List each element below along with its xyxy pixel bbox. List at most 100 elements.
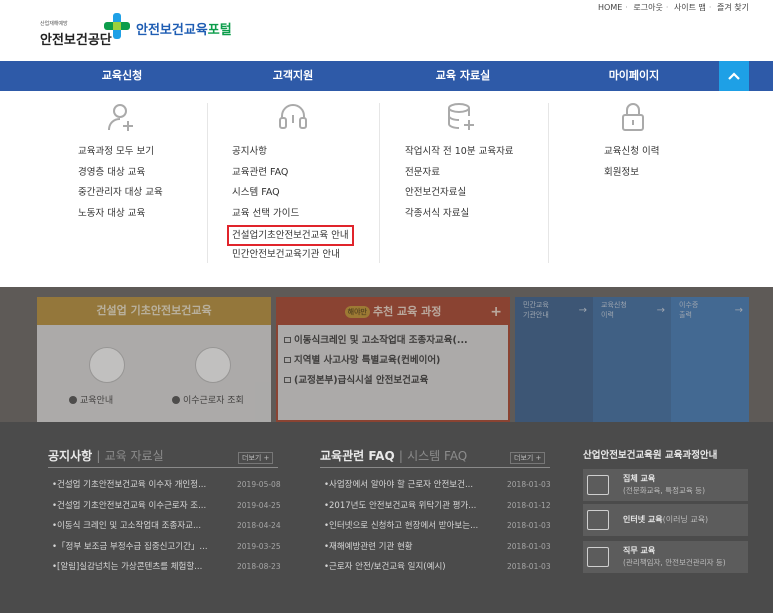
notice-row[interactable]: •건설업 기초안전보건교육 이수근로자 조... 2019-04-25 <box>52 498 281 519</box>
menu-item[interactable]: 작업시작 전 10분 교육자료 <box>405 142 514 163</box>
nav-support[interactable]: 고객지원 <box>233 61 353 91</box>
faq-section: 교육관련 FAQ | 시스템 FAQ 더보기 + •사업장에서 알아야 할 근로… <box>320 447 551 572</box>
arrow-right-icon: → <box>656 305 665 316</box>
highlight-box[interactable]: 건설업기초안전보건교육 안내 <box>227 224 354 246</box>
guide-row-title: 인터넷 교육(이러닝 교육) <box>623 515 709 524</box>
menu-item[interactable]: 교육관련 FAQ <box>232 163 354 184</box>
tab-system-faq[interactable]: 시스템 FAQ <box>407 449 467 463</box>
faq-more-button[interactable]: 더보기 + <box>510 452 546 464</box>
list-box-icon <box>284 377 291 383</box>
menu-collapse-button[interactable] <box>719 61 749 91</box>
menu-item[interactable]: 교육신청 이력 <box>604 142 659 163</box>
guide-row-title: 직무 교육 <box>623 546 656 555</box>
list-box-icon <box>284 337 291 343</box>
worker-lookup-link[interactable]: 이수근로자 조회 <box>172 393 244 406</box>
menu-item[interactable]: 교육과정 모두 보기 <box>78 142 163 163</box>
recommend-item[interactable]: 이동식크레인 및 고소작업대 조종자교육(... <box>284 331 502 351</box>
bookmark-link[interactable]: 즐겨 찾기 <box>717 3 749 12</box>
menu-item[interactable]: 노동자 대상 교육 <box>78 204 163 225</box>
nav-mypage[interactable]: 마이페이지 <box>574 61 694 91</box>
menu-item[interactable]: 안전보건자료실 <box>405 183 514 204</box>
sitemap-link[interactable]: 사이트 맵 <box>674 3 706 12</box>
utility-links: HOME · 로그아웃 · 사이트 맵 · 즐겨 찾기 <box>598 2 749 13</box>
separator: · <box>665 3 669 12</box>
monitor-icon <box>587 510 609 530</box>
quick-link-agency[interactable]: 민간교육 기관안내 → <box>515 297 593 422</box>
education-info-link[interactable]: 교육안내 <box>69 393 113 406</box>
tab-notice[interactable]: 공지사항 <box>48 449 92 463</box>
notice-section-title: 공지사항 | 교육 자료실 <box>48 447 164 464</box>
menu-item[interactable]: 전문자료 <box>405 163 514 184</box>
quick-link-history[interactable]: 교육신청 이력 → <box>593 297 671 422</box>
quick-link-label: 민간교육 기관안내 <box>523 301 549 319</box>
recommend-item[interactable]: 지역별 사고사망 특별교육(컨베이어) <box>284 351 502 371</box>
menu-item[interactable]: 각종서식 자료실 <box>405 204 514 225</box>
recommend-badge: 해야만 <box>344 306 370 318</box>
guide-row-duty[interactable]: 직무 교육 (관리책임자, 안전보건관리자 등) <box>583 541 748 573</box>
portal-name: 안전보건교육포털 <box>136 23 232 38</box>
guide-row-sub: (관리책임자, 안전보건관리자 등) <box>623 558 726 567</box>
user-plus-icon <box>108 104 133 131</box>
divider: | <box>398 449 403 463</box>
notice-row[interactable]: •「정부 보조금 부정수급 집중신고기간」... 2019-03-25 <box>52 539 281 560</box>
course-guide-section: 산업안전보건교육원 교육과정안내 집체 교육 (전문화교육, 특정교육 등) 인… <box>583 447 753 573</box>
list-box-icon <box>284 357 291 363</box>
headset-icon <box>279 104 307 129</box>
chart-screen-icon[interactable] <box>89 347 125 383</box>
notice-row[interactable]: •[알림]실감넘치는 가상콘텐츠를 체험할... 2018-08-23 <box>52 559 281 580</box>
menu-item[interactable]: 민간안전보건교육기관 안내 <box>232 245 354 266</box>
quick-link-label: 이수증 출력 <box>679 301 699 319</box>
menu-item[interactable]: 시스템 FAQ <box>232 183 354 204</box>
home-link[interactable]: HOME <box>598 3 622 12</box>
menu-item[interactable]: 중간관리자 대상 교육 <box>78 183 163 204</box>
faq-row[interactable]: •인터넷으로 신청하고 현장에서 받아보는... 2018-01-03 <box>324 518 551 539</box>
recommend-card-title: 추천 교육 과정 <box>372 305 442 318</box>
tab-resources[interactable]: 교육 자료실 <box>105 449 164 463</box>
tab-edu-faq[interactable]: 교육관련 FAQ <box>320 449 395 463</box>
chevron-up-icon <box>728 72 740 80</box>
faq-row[interactable]: •재해예방관련 기관 현황 2018-01-03 <box>324 539 551 560</box>
guide-row-sub: (전문화교육, 특정교육 등) <box>623 486 706 495</box>
guide-row-group[interactable]: 집체 교육 (전문화교육, 특정교육 등) <box>583 469 748 501</box>
guide-row-online[interactable]: 인터넷 교육(이러닝 교육) <box>583 504 748 536</box>
database-plus-icon <box>448 103 474 130</box>
nav-resources[interactable]: 교육 자료실 <box>403 61 523 91</box>
menu-item[interactable]: 경영층 대상 교육 <box>78 163 163 184</box>
book-icon <box>587 547 609 567</box>
id-card-icon[interactable] <box>195 347 231 383</box>
faq-row[interactable]: •사업장에서 알아야 할 근로자 안전보건... 2018-01-03 <box>324 477 551 498</box>
menu-item-highlighted[interactable]: 건설업기초안전보건교육 안내 <box>227 224 354 246</box>
quick-link-certificate[interactable]: 이수증 출력 → <box>671 297 749 422</box>
menu-item[interactable]: 교육 선택 가이드 <box>232 204 354 225</box>
arrow-circle-icon <box>69 396 77 404</box>
notice-more-button[interactable]: 더보기 + <box>238 452 274 464</box>
recommend-item[interactable]: (교정본부)급식시설 안전보건교육 <box>284 371 502 391</box>
divider <box>48 467 278 468</box>
menu-divider <box>379 103 380 263</box>
faq-section-title: 교육관련 FAQ | 시스템 FAQ <box>320 447 467 464</box>
recommend-card: 해야만 추천 교육 과정 + 이동식크레인 및 고소작업대 조종자교육(... 지… <box>276 297 510 422</box>
menu-divider <box>207 103 208 263</box>
notice-row[interactable]: •건설업 기초안전보건교육 이수자 개인정... 2019-05-08 <box>52 477 281 498</box>
faq-row[interactable]: •2017년도 안전보건교육 위탁기관 평가... 2018-01-12 <box>324 498 551 519</box>
logout-link[interactable]: 로그아웃 <box>633 3 662 12</box>
faq-row[interactable]: •근로자 안전/보건교육 일지(예시) 2018-01-03 <box>324 559 551 580</box>
notice-section: 공지사항 | 교육 자료실 더보기 + •건설업 기초안전보건교육 이수자 개인… <box>48 447 281 572</box>
quick-links-card: 민간교육 기관안내 → 교육신청 이력 → 이수증 출력 → <box>515 297 749 422</box>
quick-link-label: 교육신청 이력 <box>601 301 627 319</box>
arrow-right-icon: → <box>734 305 743 316</box>
menu-item[interactable]: 공지사항 <box>232 142 354 163</box>
menu-divider <box>548 103 549 263</box>
recommend-card-header: 해야만 추천 교육 과정 + <box>278 299 508 325</box>
nav-apply[interactable]: 교육신청 <box>62 61 182 91</box>
main-nav: 교육신청 고객지원 교육 자료실 마이페이지 <box>0 61 773 91</box>
recommend-more-button[interactable]: + <box>490 299 502 325</box>
separator: · <box>708 3 712 12</box>
arrow-right-icon: → <box>578 305 587 316</box>
org-name: 안전보건공단 <box>40 33 112 48</box>
notice-row[interactable]: •이동식 크레인 및 고소작업대 조종자교... 2018-04-24 <box>52 518 281 539</box>
menu-item[interactable]: 회원정보 <box>604 163 659 184</box>
org-subtitle: 산업재해예방 <box>40 21 68 27</box>
main-content-dimmed: 건설업 기초안전보건교육 교육안내 이수근로자 조회 해야만 추천 교육 과정 +… <box>0 287 773 613</box>
construction-card: 건설업 기초안전보건교육 교육안내 이수근로자 조회 <box>37 297 271 422</box>
